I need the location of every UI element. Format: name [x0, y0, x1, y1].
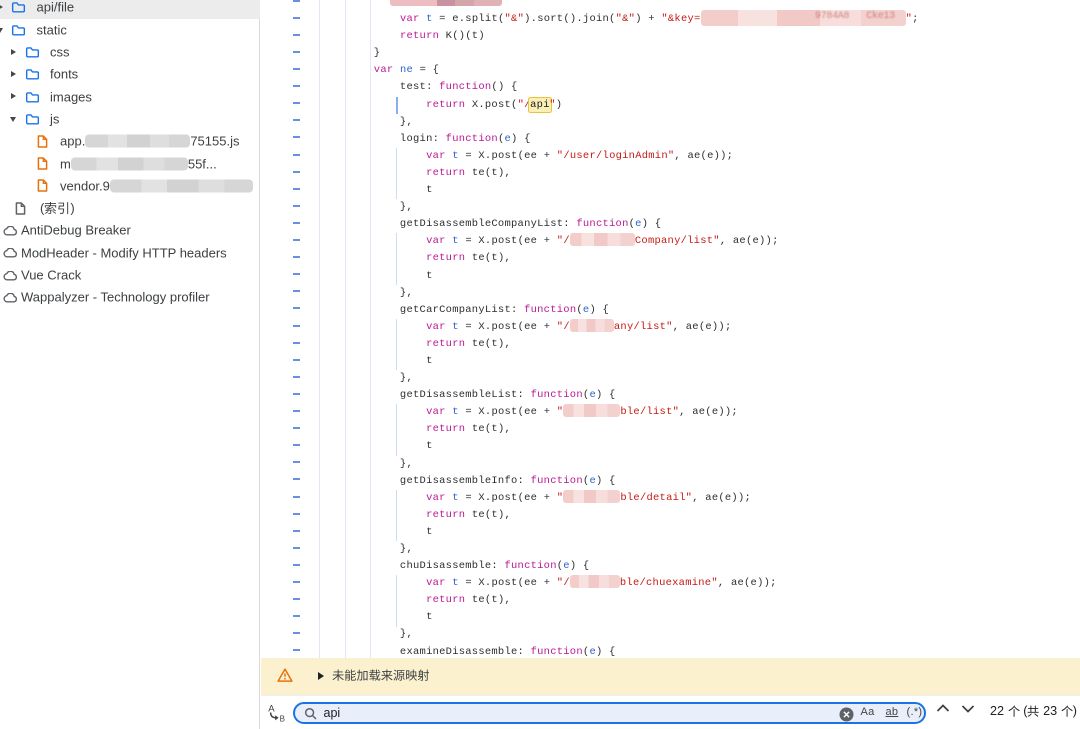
- svg-text:A: A: [268, 704, 275, 715]
- svg-text:B: B: [280, 714, 285, 723]
